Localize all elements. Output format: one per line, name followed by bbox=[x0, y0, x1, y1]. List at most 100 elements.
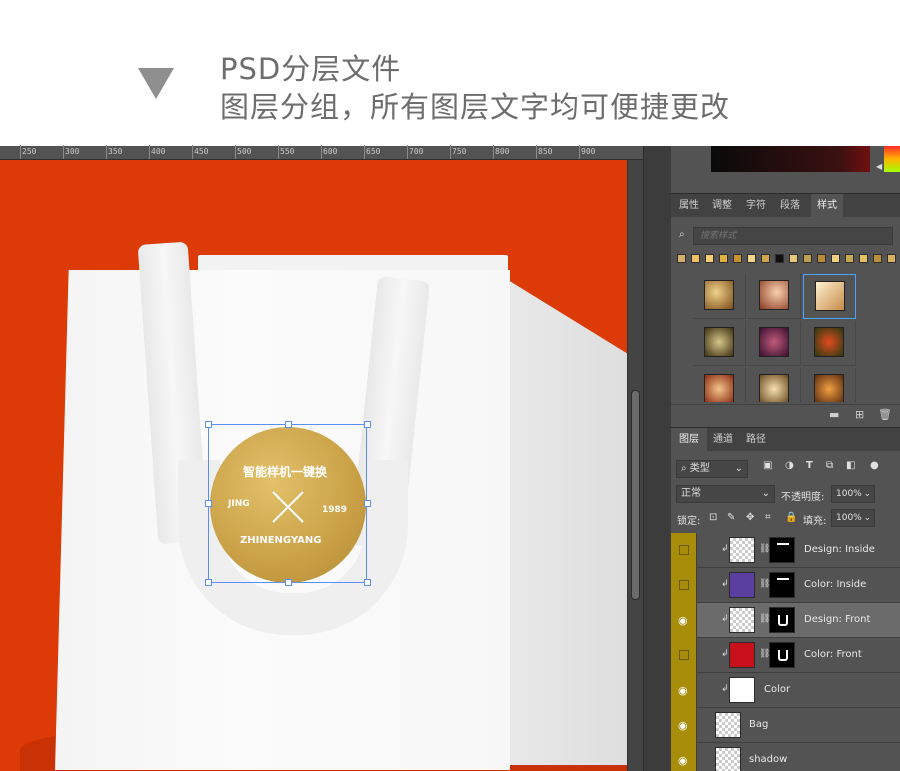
style-swatch[interactable] bbox=[677, 254, 686, 263]
layer-row[interactable]: ◉ Bag bbox=[671, 708, 900, 743]
tab-character[interactable]: 字符 bbox=[741, 194, 771, 218]
style-preset[interactable] bbox=[748, 274, 801, 319]
transform-handle-tl[interactable] bbox=[205, 421, 212, 428]
style-preset[interactable] bbox=[748, 368, 801, 402]
layer-thumbnail[interactable] bbox=[729, 607, 755, 633]
style-swatch[interactable] bbox=[747, 254, 756, 263]
transform-handle-br[interactable] bbox=[364, 579, 371, 586]
ruler-tick bbox=[235, 145, 236, 159]
layer-mask-thumbnail[interactable] bbox=[769, 572, 795, 598]
layer-name: shadow bbox=[749, 754, 788, 765]
lock-paint-icon[interactable]: ✎ bbox=[727, 512, 735, 523]
style-swatch[interactable] bbox=[775, 254, 784, 263]
document-canvas[interactable]: 智能样机一键换 JING 1989 ZHINENGYANG bbox=[0, 160, 627, 771]
tab-adjustments[interactable]: 调整 bbox=[707, 194, 737, 218]
tab-paths[interactable]: 路径 bbox=[741, 428, 771, 452]
layer-row[interactable]: ◉ ↲ ⛓ Design: Front bbox=[671, 603, 900, 638]
layer-thumbnail[interactable] bbox=[729, 572, 755, 598]
layer-thumbnail[interactable] bbox=[729, 537, 755, 563]
style-preset[interactable] bbox=[693, 321, 746, 366]
blend-mode-select[interactable]: 正常 ⌄ bbox=[676, 485, 775, 503]
mask-shape bbox=[777, 578, 789, 580]
layer-row[interactable]: ↲ ⛓ Color: Front bbox=[671, 638, 900, 673]
style-swatch[interactable] bbox=[789, 254, 798, 263]
new-style-icon[interactable]: ⊞ bbox=[855, 408, 864, 421]
tab-properties[interactable]: 属性 bbox=[671, 194, 707, 218]
visibility-toggle[interactable] bbox=[671, 568, 697, 603]
scrollbar-thumb[interactable] bbox=[631, 390, 640, 600]
transform-selection-box[interactable] bbox=[208, 424, 367, 583]
layer-mask-thumbnail[interactable] bbox=[769, 642, 795, 668]
layer-thumbnail[interactable] bbox=[715, 712, 741, 738]
fill-input[interactable]: 100% ⌄ bbox=[831, 509, 875, 527]
layer-thumbnail[interactable] bbox=[729, 642, 755, 668]
adjustment-filter-icon[interactable]: ◑ bbox=[785, 460, 794, 471]
lock-all-icon[interactable]: 🔒 bbox=[785, 512, 797, 523]
filter-toggle-icon[interactable]: ● bbox=[870, 460, 879, 471]
style-swatch[interactable] bbox=[831, 254, 840, 263]
lock-pixels-icon[interactable]: ⊡ bbox=[709, 512, 717, 523]
style-swatch[interactable] bbox=[761, 254, 770, 263]
hue-arrow-icon: ◀ bbox=[876, 162, 883, 171]
ruler-label: 650 bbox=[366, 147, 381, 156]
transform-handle-r[interactable] bbox=[364, 500, 371, 507]
opacity-input[interactable]: 100% ⌄ bbox=[831, 485, 875, 503]
canvas-scrollbar[interactable] bbox=[627, 160, 643, 771]
color-picker-field[interactable] bbox=[711, 146, 870, 172]
layer-row[interactable]: ◉ shadow bbox=[671, 743, 900, 771]
tab-channels[interactable]: 通道 bbox=[707, 428, 739, 452]
style-swatch[interactable] bbox=[691, 254, 700, 263]
lock-artboard-icon[interactable]: ⌗ bbox=[765, 512, 771, 523]
style-swatch[interactable] bbox=[859, 254, 868, 263]
style-preset[interactable] bbox=[803, 368, 856, 402]
visibility-toggle[interactable]: ◉ bbox=[671, 673, 697, 708]
style-swatch[interactable] bbox=[817, 254, 826, 263]
ruler-tick bbox=[278, 145, 279, 159]
style-preset[interactable] bbox=[803, 321, 856, 366]
style-swatch[interactable] bbox=[719, 254, 728, 263]
tab-paragraph[interactable]: 段落 bbox=[775, 194, 805, 218]
style-preset-selected[interactable] bbox=[803, 274, 856, 319]
transform-handle-t[interactable] bbox=[285, 421, 292, 428]
transform-handle-b[interactable] bbox=[285, 579, 292, 586]
layer-row[interactable]: ◉ ↲ Color bbox=[671, 673, 900, 708]
layers-tab-bar: 图层 通道 路径 bbox=[671, 427, 900, 452]
smart-object-filter-icon[interactable]: ◧ bbox=[846, 460, 855, 471]
hue-slider[interactable] bbox=[884, 146, 900, 172]
layer-kind-select[interactable]: ⌕ 类型 ⌄ bbox=[676, 460, 748, 478]
layer-mask-thumbnail[interactable] bbox=[769, 607, 795, 633]
trash-icon[interactable]: 🗑 bbox=[878, 408, 892, 421]
shape-filter-icon[interactable]: ⧉ bbox=[826, 460, 833, 471]
clipping-arrow-icon: ↲ bbox=[721, 579, 729, 589]
layer-thumbnail[interactable] bbox=[715, 747, 741, 771]
style-swatch[interactable] bbox=[873, 254, 882, 263]
style-swatch[interactable] bbox=[705, 254, 714, 263]
image-filter-icon[interactable]: ▣ bbox=[763, 460, 772, 471]
visibility-toggle[interactable]: ◉ bbox=[671, 743, 697, 771]
style-swatch[interactable] bbox=[803, 254, 812, 263]
type-filter-icon[interactable]: T bbox=[806, 460, 813, 471]
style-preset[interactable] bbox=[748, 321, 801, 366]
visibility-toggle[interactable] bbox=[671, 638, 697, 673]
transform-handle-tr[interactable] bbox=[364, 421, 371, 428]
layer-mask-thumbnail[interactable] bbox=[769, 537, 795, 563]
style-swatch[interactable] bbox=[845, 254, 854, 263]
tab-styles[interactable]: 样式 bbox=[811, 194, 843, 218]
visibility-toggle[interactable]: ◉ bbox=[671, 708, 697, 743]
visibility-toggle[interactable]: ◉ bbox=[671, 603, 697, 638]
layer-row[interactable]: ↲ ⛓ Color: Inside bbox=[671, 568, 900, 603]
lock-position-icon[interactable]: ✥ bbox=[746, 512, 754, 523]
styles-search-input[interactable] bbox=[693, 227, 893, 245]
tab-layers[interactable]: 图层 bbox=[671, 428, 707, 452]
layer-row[interactable]: ↲ ⛓ Design: Inside bbox=[671, 533, 900, 568]
down-triangle-icon bbox=[138, 68, 174, 99]
style-swatch[interactable] bbox=[733, 254, 742, 263]
visibility-toggle[interactable] bbox=[671, 533, 697, 568]
transform-handle-bl[interactable] bbox=[205, 579, 212, 586]
style-preset[interactable] bbox=[693, 368, 746, 402]
style-preset[interactable] bbox=[693, 274, 746, 319]
transform-handle-l[interactable] bbox=[205, 500, 212, 507]
layer-thumbnail[interactable] bbox=[729, 677, 755, 703]
style-swatch[interactable] bbox=[887, 254, 896, 263]
folder-icon[interactable]: ▬ bbox=[829, 408, 839, 421]
